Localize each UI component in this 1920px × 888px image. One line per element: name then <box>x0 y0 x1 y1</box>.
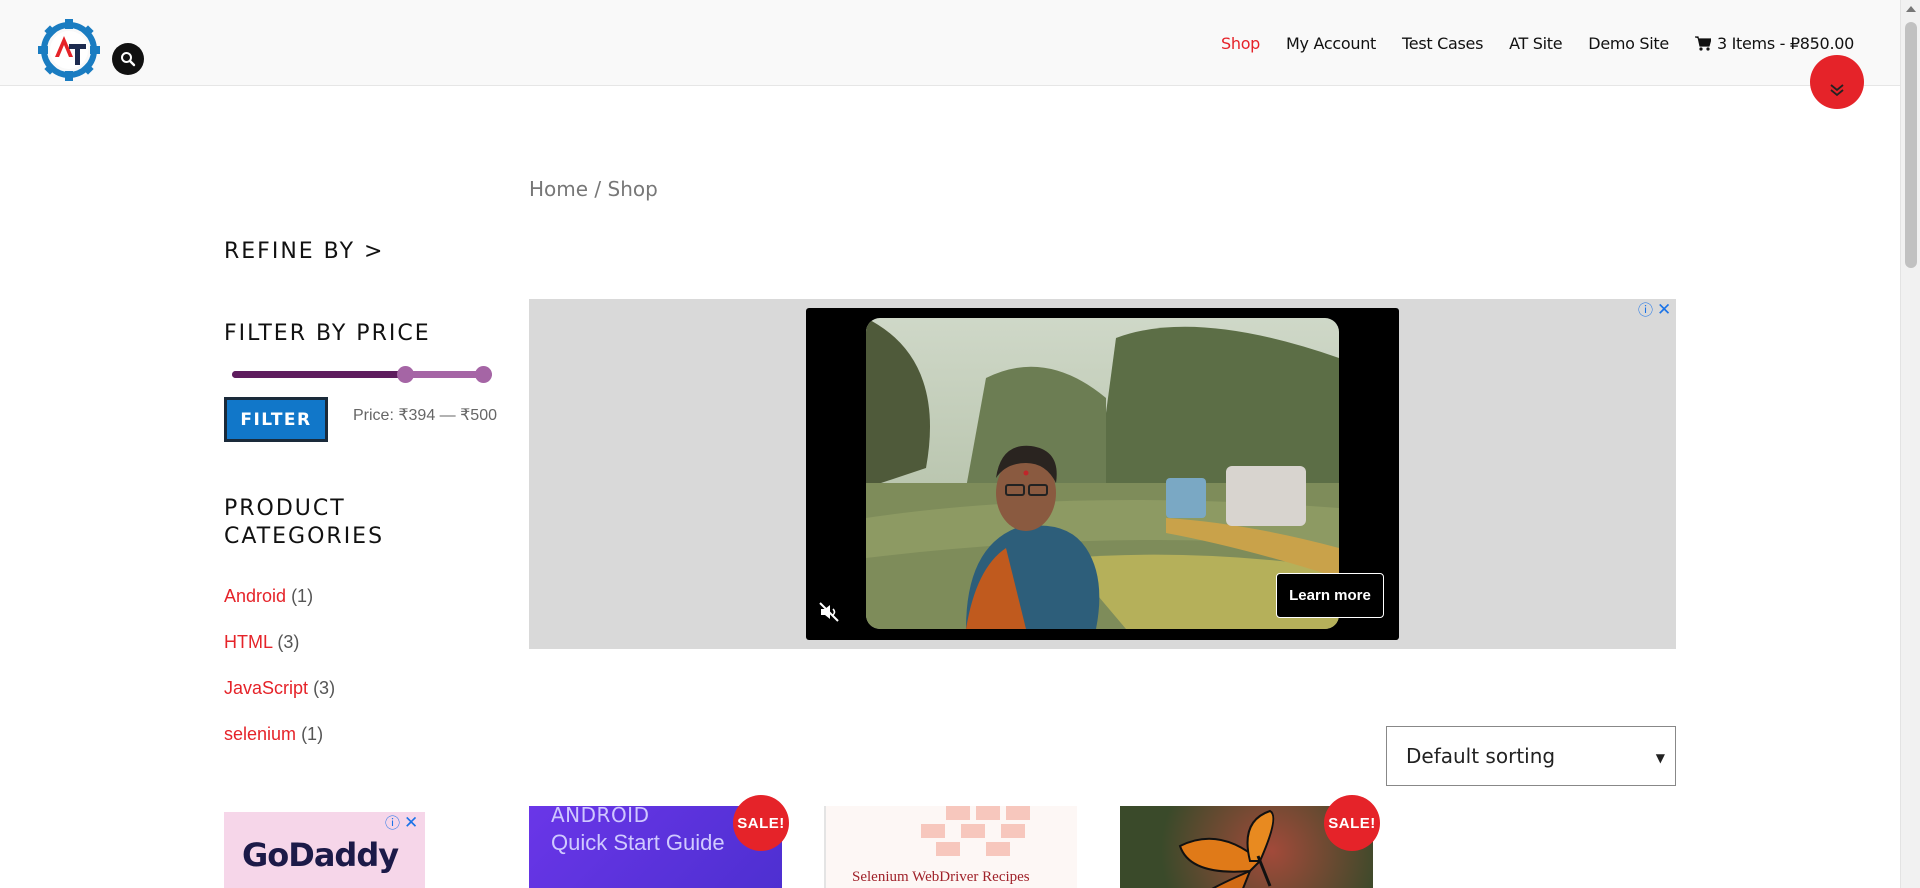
nav-demo-site[interactable]: Demo Site <box>1588 34 1669 53</box>
page-scrollbar[interactable] <box>1900 0 1920 888</box>
filter-button[interactable]: FILTER <box>224 397 328 442</box>
sidebar-ad-choices[interactable]: ⓘ ✕ <box>385 812 418 833</box>
nav-my-account[interactable]: My Account <box>1286 34 1376 53</box>
category-link-selenium[interactable]: selenium <box>224 724 296 744</box>
scroll-down-button[interactable] <box>1810 55 1864 109</box>
category-count: (1) <box>291 586 314 606</box>
ad-close-icon[interactable]: ✕ <box>404 813 418 833</box>
scrollbar-thumb[interactable] <box>1905 22 1917 268</box>
price-range-label: Price: ₹394 — ₹500 <box>353 407 497 424</box>
nav-test-cases[interactable]: Test Cases <box>1402 34 1483 53</box>
video-frame-image[interactable] <box>866 318 1339 629</box>
nav-cart[interactable]: 3 Items - ₽850.00 <box>1694 34 1854 53</box>
ad-close-icon[interactable]: ✕ <box>1657 300 1671 320</box>
category-item: HTML (3) <box>224 630 335 676</box>
video-ad-choices[interactable]: ⓘ ✕ <box>1638 299 1671 320</box>
category-count: (3) <box>277 632 300 652</box>
chevron-down-icon <box>1830 84 1844 97</box>
category-list: Android (1) HTML (3) JavaScript (3) sele… <box>224 584 335 768</box>
product-image-subtext: Quick Start Guide <box>551 830 725 855</box>
sorting-selected-value: Default sorting <box>1406 744 1556 768</box>
filter-by-price-title: FILTER BY PRICE <box>224 321 431 346</box>
product-card[interactable]: Selenium WebDriver Recipes <box>824 806 1077 888</box>
main-nav: Shop My Account Test Cases AT Site Demo … <box>1221 34 1854 53</box>
category-count: (3) <box>313 678 336 698</box>
nav-shop[interactable]: Shop <box>1221 34 1260 53</box>
search-button[interactable] <box>112 43 144 75</box>
price-slider-max-handle[interactable] <box>475 366 492 383</box>
search-icon <box>121 52 136 67</box>
godaddy-logo: GoDaddy <box>242 836 399 874</box>
category-item: Android (1) <box>224 584 335 630</box>
mute-button[interactable] <box>818 601 840 623</box>
breadcrumb[interactable]: Home / Shop <box>529 177 658 201</box>
category-count: (1) <box>301 724 324 744</box>
price-slider-range <box>232 371 406 378</box>
category-item: JavaScript (3) <box>224 676 335 722</box>
scroll-up-arrow-icon[interactable] <box>1906 6 1916 12</box>
site-header: Shop My Account Test Cases AT Site Demo … <box>0 0 1900 86</box>
category-link-html[interactable]: HTML <box>224 632 272 652</box>
product-categories-title: PRODUCT CATEGORIES <box>224 496 385 549</box>
sale-badge: SALE! <box>1324 795 1380 851</box>
price-slider[interactable] <box>232 366 492 383</box>
product-image-text: ANDROID <box>551 806 650 827</box>
cart-summary: 3 Items - ₽850.00 <box>1716 34 1854 53</box>
category-item: selenium (1) <box>224 722 335 768</box>
cart-icon <box>1694 36 1711 51</box>
price-slider-min-handle[interactable] <box>397 366 415 383</box>
category-link-android[interactable]: Android <box>224 586 286 606</box>
speaker-muted-icon <box>819 602 839 622</box>
chevron-down-icon: ▼ <box>1655 751 1665 765</box>
ad-info-icon[interactable]: ⓘ <box>1638 299 1653 320</box>
refine-by-title[interactable]: REFINE BY > <box>224 238 384 266</box>
learn-more-button[interactable]: Learn more <box>1276 573 1384 618</box>
category-link-javascript[interactable]: JavaScript <box>224 678 308 698</box>
nav-at-site[interactable]: AT Site <box>1509 34 1562 53</box>
sale-badge: SALE! <box>733 795 789 851</box>
site-logo[interactable] <box>36 17 102 83</box>
product-image-text: Selenium WebDriver Recipes <box>852 869 1030 885</box>
ad-info-icon[interactable]: ⓘ <box>385 812 400 833</box>
sorting-select[interactable]: Default sorting ▼ <box>1386 726 1676 786</box>
